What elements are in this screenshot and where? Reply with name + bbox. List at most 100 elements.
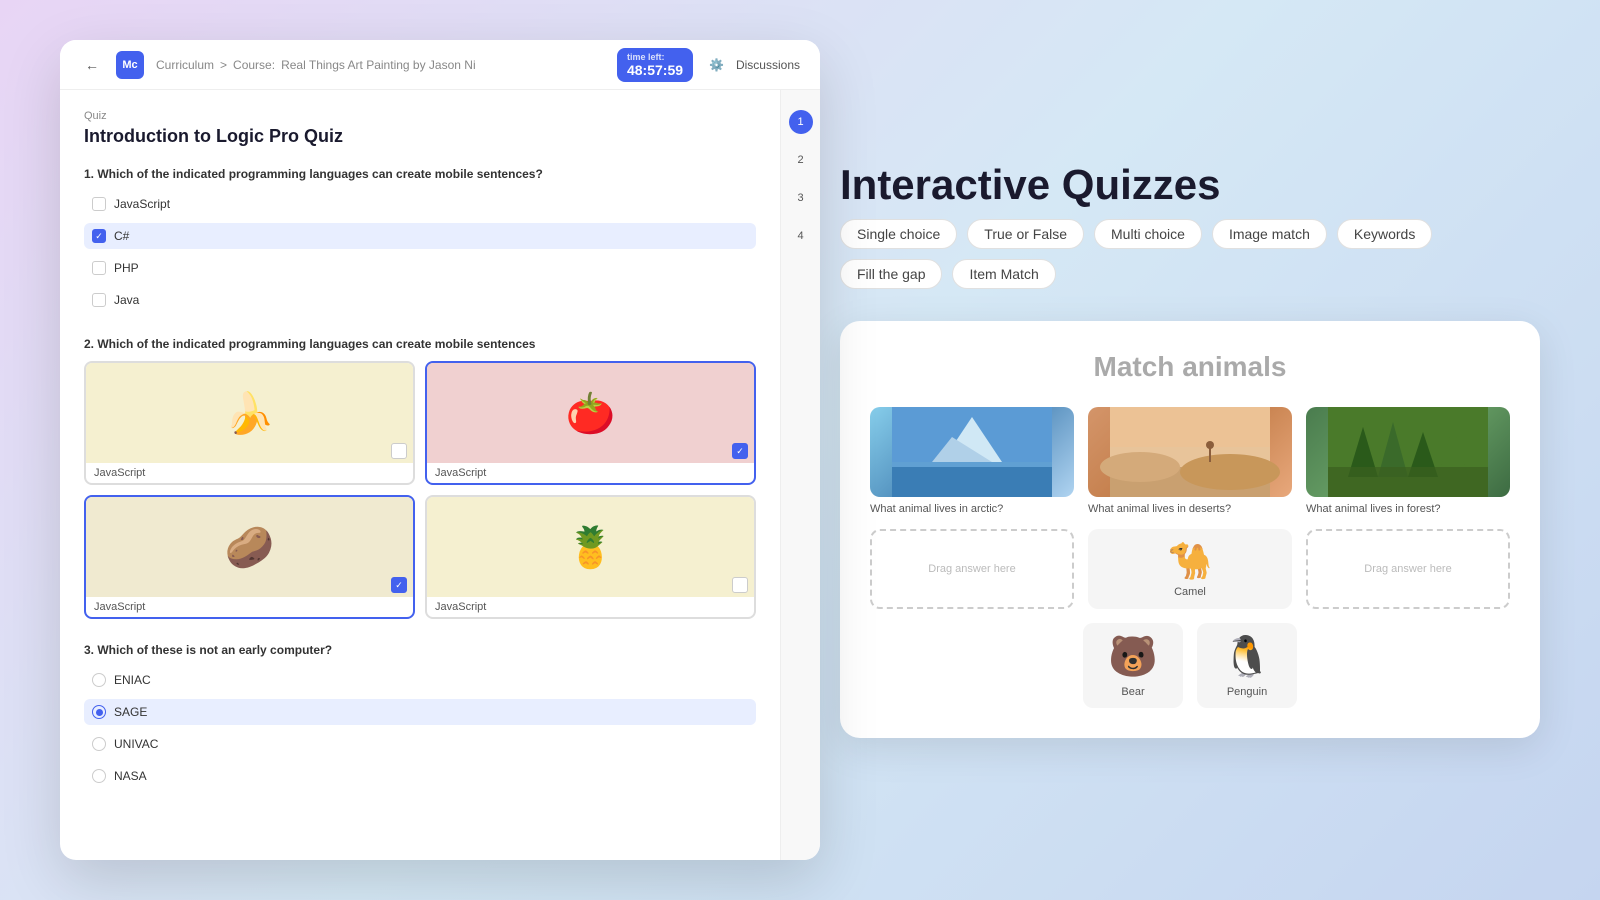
radio-sage[interactable] xyxy=(92,705,106,719)
pineapple-image: 🍍 xyxy=(427,497,754,597)
image-option-banana[interactable]: 🍌 JavaScript xyxy=(84,361,415,485)
image-checkbox-banana[interactable] xyxy=(391,443,407,459)
desert-question: What animal lives in deserts? xyxy=(1088,503,1292,515)
forest-image xyxy=(1306,407,1510,497)
forest-question: What animal lives in forest? xyxy=(1306,503,1510,515)
option-label: C# xyxy=(114,229,129,243)
option-sage[interactable]: SAGE xyxy=(84,699,756,725)
quiz-main: Quiz Introduction to Logic Pro Quiz 1. W… xyxy=(60,90,780,860)
sidebar-num-2[interactable]: 2 xyxy=(789,148,813,172)
timer-badge: time left: 48:57:59 xyxy=(617,48,693,82)
checkbox-php[interactable] xyxy=(92,261,106,275)
sidebar-num-1[interactable]: 1 xyxy=(789,110,813,134)
feature-tags: Single choice True or False Multi choice… xyxy=(840,219,1540,289)
tomato-image: 🍅 xyxy=(427,363,754,463)
option-label: SAGE xyxy=(114,705,147,719)
option-label: JavaScript xyxy=(114,197,170,211)
banana-image: 🍌 xyxy=(86,363,413,463)
image-label: JavaScript xyxy=(427,597,754,617)
arctic-question: What animal lives in arctic? xyxy=(870,503,1074,515)
tag-true-false[interactable]: True or False xyxy=(967,219,1084,249)
image-label: JavaScript xyxy=(427,463,754,483)
radio-nasa[interactable] xyxy=(92,769,106,783)
option-csharp[interactable]: C# xyxy=(84,223,756,249)
match-item-desert: What animal lives in deserts? xyxy=(1088,407,1292,515)
match-item-forest: What animal lives in forest? xyxy=(1306,407,1510,515)
checkbox-javascript[interactable] xyxy=(92,197,106,211)
course-label: Course: xyxy=(233,58,275,72)
question-3: 3. Which of these is not an early comput… xyxy=(84,643,756,789)
option-label: ENIAC xyxy=(114,673,151,687)
checkbox-csharp[interactable] xyxy=(92,229,106,243)
breadcrumb: Curriculum > Course: Real Things Art Pai… xyxy=(156,58,476,72)
bear-label: Bear xyxy=(1121,686,1144,698)
option-java[interactable]: Java xyxy=(84,287,756,313)
tag-keywords[interactable]: Keywords xyxy=(1337,219,1432,249)
sidebar-num-4[interactable]: 4 xyxy=(789,224,813,248)
drop-zone-forest[interactable]: Drag answer here xyxy=(1306,529,1510,609)
option-nasa[interactable]: NASA xyxy=(84,763,756,789)
image-option-potato[interactable]: 🥔 JavaScript xyxy=(84,495,415,619)
image-option-pineapple[interactable]: 🍍 JavaScript xyxy=(425,495,756,619)
match-drop-grid: Drag answer here 🐪 Camel Drag answer her… xyxy=(870,529,1510,609)
image-checkbox-tomato[interactable] xyxy=(732,443,748,459)
discussions-link[interactable]: Discussions xyxy=(736,58,800,72)
checkbox-java[interactable] xyxy=(92,293,106,307)
camel-emoji: 🐪 xyxy=(1168,540,1213,582)
tag-image-match[interactable]: Image match xyxy=(1212,219,1327,249)
image-checkbox-potato[interactable] xyxy=(391,577,407,593)
option-eniac[interactable]: ENIAC xyxy=(84,667,756,693)
answer-bear[interactable]: 🐻 Bear xyxy=(1083,623,1183,708)
question-sidebar: 1 2 3 4 xyxy=(780,90,820,860)
question-2-text: 2. Which of the indicated programming la… xyxy=(84,337,756,351)
settings-icon[interactable]: ⚙️ xyxy=(709,58,724,72)
option-php[interactable]: PHP xyxy=(84,255,756,281)
app-logo: Mc xyxy=(116,51,144,79)
sidebar-num-3[interactable]: 3 xyxy=(789,186,813,210)
drop-zone-desert[interactable]: 🐪 Camel xyxy=(1088,529,1292,609)
radio-univac[interactable] xyxy=(92,737,106,751)
tag-single-choice[interactable]: Single choice xyxy=(840,219,957,249)
option-label: PHP xyxy=(114,261,139,275)
desert-image xyxy=(1088,407,1292,497)
penguin-emoji: 🐧 xyxy=(1222,633,1272,680)
question-1-text: 1. Which of the indicated programming la… xyxy=(84,167,756,181)
image-label: JavaScript xyxy=(86,597,413,617)
image-checkbox-pineapple[interactable] xyxy=(732,577,748,593)
penguin-label: Penguin xyxy=(1227,686,1267,698)
bear-emoji: 🐻 xyxy=(1108,633,1158,680)
option-label: NASA xyxy=(114,769,147,783)
tag-multi-choice[interactable]: Multi choice xyxy=(1094,219,1202,249)
drop-zone-arctic[interactable]: Drag answer here xyxy=(870,529,1074,609)
feature-heading: Interactive Quizzes Single choice True o… xyxy=(840,162,1540,296)
arctic-image xyxy=(870,407,1074,497)
option-label: UNIVAC xyxy=(114,737,158,751)
tag-item-match[interactable]: Item Match xyxy=(952,259,1055,289)
quiz-title: Introduction to Logic Pro Quiz xyxy=(84,126,756,147)
question-3-text: 3. Which of these is not an early comput… xyxy=(84,643,756,657)
nav-curriculum[interactable]: Curriculum xyxy=(156,58,214,72)
image-option-tomato[interactable]: 🍅 JavaScript xyxy=(425,361,756,485)
image-grid: 🍌 JavaScript 🍅 JavaScript 🥔 JavaScript xyxy=(84,361,756,619)
timer-value: 48:57:59 xyxy=(627,62,683,78)
answer-penguin[interactable]: 🐧 Penguin xyxy=(1197,623,1297,708)
nav-separator: > xyxy=(220,58,227,72)
answer-row: 🐻 Bear 🐧 Penguin xyxy=(870,623,1510,708)
match-item-arctic: What animal lives in arctic? xyxy=(870,407,1074,515)
radio-eniac[interactable] xyxy=(92,673,106,687)
quiz-panel: ← Mc Curriculum > Course: Real Things Ar… xyxy=(60,40,820,860)
match-panel: Match animals What animal lives in arcti… xyxy=(840,321,1540,738)
timer-label: time left: xyxy=(627,52,683,62)
question-1: 1. Which of the indicated programming la… xyxy=(84,167,756,313)
camel-label: Camel xyxy=(1174,586,1206,598)
question-2: 2. Which of the indicated programming la… xyxy=(84,337,756,619)
tag-fill-gap[interactable]: Fill the gap xyxy=(840,259,942,289)
option-univac[interactable]: UNIVAC xyxy=(84,731,756,757)
main-title: Interactive Quizzes xyxy=(840,162,1540,208)
potato-image: 🥔 xyxy=(86,497,413,597)
option-javascript[interactable]: JavaScript xyxy=(84,191,756,217)
course-title: Real Things Art Painting by Jason Ni xyxy=(281,58,476,72)
back-button[interactable]: ← xyxy=(80,53,104,77)
right-section: Interactive Quizzes Single choice True o… xyxy=(840,162,1540,737)
quiz-header: ← Mc Curriculum > Course: Real Things Ar… xyxy=(60,40,820,90)
